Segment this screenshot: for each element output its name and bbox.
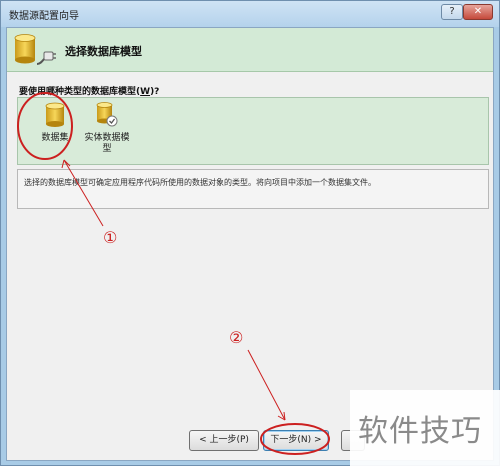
- watermark-text: 软件技巧: [358, 414, 482, 449]
- watermark: 软件技巧: [350, 390, 500, 466]
- annotation-marker-2: ②: [229, 328, 244, 347]
- dataset-icon: [45, 102, 65, 127]
- model-item-entity-data-model[interactable]: 实体数据模 型: [78, 102, 136, 162]
- next-button[interactable]: 下一步(N) >: [263, 430, 329, 451]
- model-label-entity-data-model: 实体数据模 型: [84, 133, 130, 154]
- model-type-list[interactable]: 数据集 实体数据模 型: [17, 97, 489, 165]
- page-title: 选择数据库模型: [65, 45, 142, 58]
- close-button[interactable]: ✕: [463, 4, 493, 20]
- description-box: 选择的数据库模型可确定应用程序代码所使用的数据对象的类型。将向项目中添加一个数据…: [17, 169, 489, 209]
- model-item-dataset[interactable]: 数据集: [26, 102, 84, 162]
- prompt-text: 要使用哪种类型的数据库模型(: [19, 87, 141, 97]
- back-button[interactable]: < 上一步(P): [189, 430, 259, 451]
- model-label-dataset: 数据集: [41, 133, 69, 143]
- wizard-header: 选择数据库模型: [7, 28, 493, 72]
- entity-data-model-icon: [96, 102, 118, 127]
- model-type-prompt: 要使用哪种类型的数据库模型(W)?: [19, 84, 159, 97]
- description-text: 选择的数据库模型可确定应用程序代码所使用的数据对象的类型。将向项目中添加一个数据…: [24, 178, 376, 187]
- help-button[interactable]: ?: [441, 4, 463, 20]
- prompt-suffix: )?: [150, 87, 160, 97]
- prompt-access-key: W: [140, 87, 151, 97]
- plug-icon: [36, 51, 56, 65]
- annotation-marker-1: ①: [103, 228, 118, 247]
- window-title: 数据源配置向导: [9, 11, 79, 22]
- title-bar[interactable]: 数据源配置向导 ? ✕: [1, 1, 499, 27]
